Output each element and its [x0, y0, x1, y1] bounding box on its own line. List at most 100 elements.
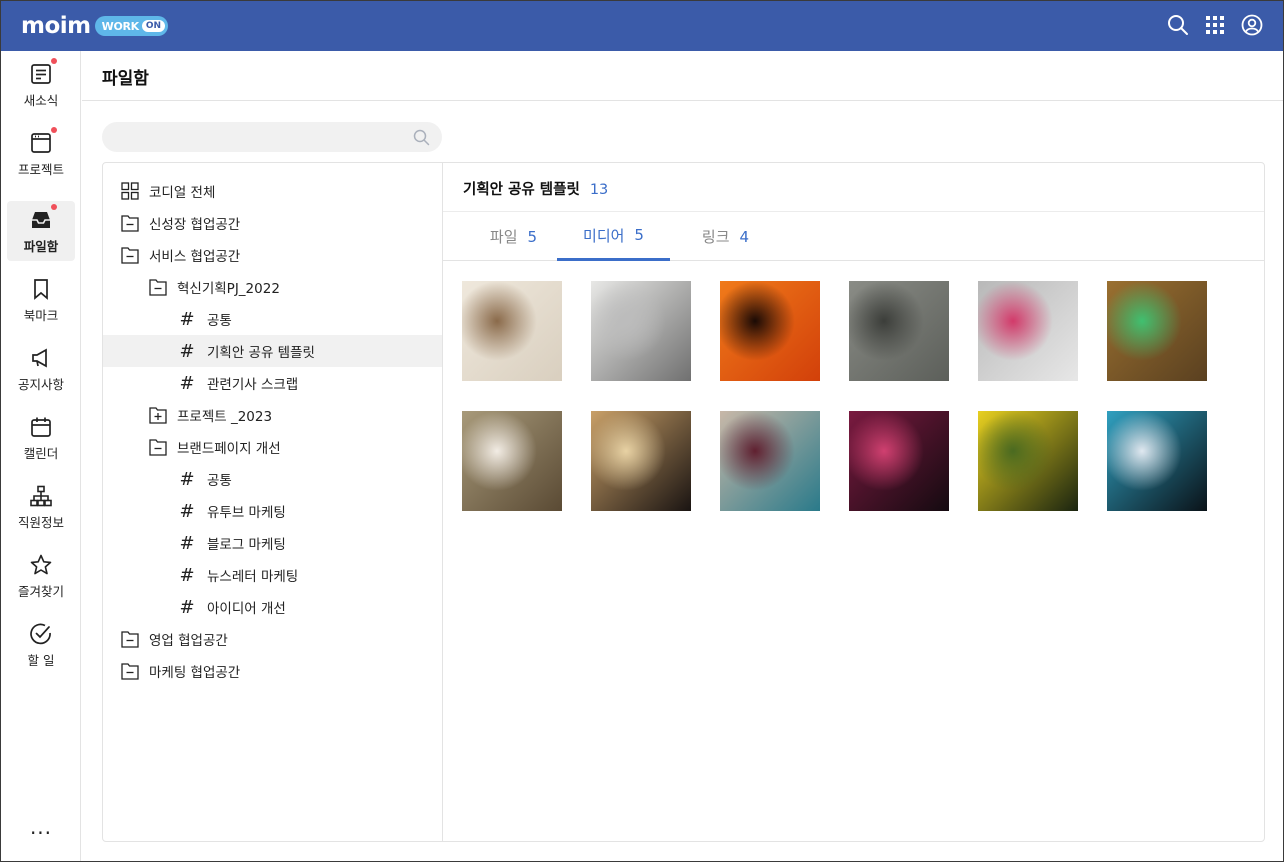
channel-item[interactable]: # 뉴스레터 마케팅 — [103, 559, 442, 591]
channel-item[interactable]: # 공통 — [103, 463, 442, 495]
notification-dot — [51, 126, 57, 133]
nav-label: 할 일 — [27, 652, 55, 668]
nav-item-favorites[interactable]: 즐겨찾기 — [7, 546, 75, 606]
top-bar: moim WORK ON — [1, 1, 1283, 51]
cobblestone-photo[interactable] — [849, 281, 949, 381]
tree-item-label: 관련기사 스크랩 — [207, 377, 299, 393]
channel-item[interactable]: # 아이디어 개선 — [103, 591, 442, 623]
channel-item[interactable]: # 블로그 마케팅 — [103, 527, 442, 559]
folder-item[interactable]: 혁신기획PJ_2022 — [103, 271, 442, 303]
tree-item-label: 공통 — [207, 473, 232, 489]
tab-files[interactable]: 파일 5 — [457, 212, 570, 261]
nav-item-calendar[interactable]: 캘린더 — [7, 408, 75, 468]
header-divider — [82, 100, 1283, 101]
nav-item-todo[interactable]: 할 일 — [7, 615, 75, 675]
tab-media[interactable]: 미디어 5 — [557, 212, 670, 261]
search-input[interactable] — [116, 122, 406, 152]
nav-label: 즐겨찾기 — [17, 583, 64, 599]
logo-work-text: WORK — [101, 19, 140, 33]
nav-item-bookmark[interactable]: 북마크 — [7, 270, 75, 330]
app-logo[interactable]: moim WORK ON — [21, 13, 169, 39]
tree-item-label: 블로그 마케팅 — [207, 537, 286, 553]
nav-label: 프로젝트 — [17, 161, 64, 177]
nav-item-notice[interactable]: 공지사항 — [7, 339, 75, 399]
project-icon — [29, 126, 57, 155]
page-title: 파일함 — [102, 69, 149, 89]
nav-label: 파일함 — [23, 238, 59, 254]
tab-count: 4 — [739, 227, 750, 246]
content-count: 13 — [589, 182, 609, 198]
nav-item-news[interactable]: 새소식 — [7, 55, 75, 115]
folder-expand-icon — [149, 406, 167, 424]
left-nav: 새소식 프로젝트 파일함 북마크 공지사항 캘린더 직원정보 즐겨찾기 할 일 … — [1, 51, 81, 861]
logo-on-text: ON — [141, 20, 166, 32]
folder-item[interactable]: 코디얼 전체 — [103, 175, 442, 207]
cave-photo[interactable] — [1107, 281, 1207, 381]
folder-item[interactable]: 프로젝트 _2023 — [103, 399, 442, 431]
folder-item[interactable]: 마케팅 협업공간 — [103, 655, 442, 687]
folder-item[interactable]: 영업 협업공간 — [103, 623, 442, 655]
tree-item-label: 브랜드페이지 개선 — [177, 441, 281, 457]
hash-icon: # — [179, 596, 195, 618]
sunset-pylon-photo[interactable] — [720, 281, 820, 381]
account-icon[interactable] — [1241, 14, 1263, 36]
channel-item[interactable]: # 공통 — [103, 303, 442, 335]
more-menu-button[interactable]: ... — [1, 815, 81, 839]
megaphone-icon — [29, 346, 53, 370]
night-street-photo[interactable] — [591, 411, 691, 511]
search-icon[interactable] — [1167, 14, 1189, 36]
tree-item-label: 뉴스레터 마케팅 — [207, 569, 299, 585]
folder-item[interactable]: 신성장 협업공간 — [103, 207, 442, 239]
nav-label: 캘린더 — [23, 445, 59, 461]
folder-collapse-icon — [149, 438, 167, 456]
coffee-photo[interactable] — [462, 281, 562, 381]
calendar-icon — [29, 415, 53, 439]
tree-item-label: 마케팅 협업공간 — [149, 665, 241, 681]
channel-item[interactable]: # 기획안 공유 템플릿 — [103, 335, 442, 367]
tree-item-label: 기획안 공유 템플릿 — [207, 345, 315, 361]
tree-item-label: 서비스 협업공간 — [149, 249, 241, 265]
hash-icon: # — [179, 532, 195, 554]
search-icon[interactable] — [413, 129, 430, 146]
nav-item-files[interactable]: 파일함 — [7, 201, 75, 261]
nav-item-project[interactable]: 프로젝트 — [7, 124, 75, 184]
apps-grid-icon[interactable] — [1204, 14, 1226, 36]
tab-count: 5 — [634, 226, 644, 244]
tree-item-label: 프로젝트 _2023 — [177, 409, 273, 425]
nav-label: 새소식 — [23, 92, 59, 108]
shop-night-photo[interactable] — [1107, 411, 1207, 511]
hash-icon: # — [179, 308, 195, 330]
folder-item[interactable]: 서비스 협업공간 — [103, 239, 442, 271]
notification-dot — [51, 57, 57, 64]
folder-collapse-icon — [121, 246, 139, 264]
nav-label: 북마크 — [23, 307, 59, 323]
check-circle-icon — [29, 622, 53, 646]
hash-icon: # — [179, 340, 195, 362]
news-icon — [29, 57, 57, 86]
org-chart-icon — [29, 484, 53, 508]
folder-item[interactable]: 브랜드페이지 개선 — [103, 431, 442, 463]
tree-item-label: 혁신기획PJ_2022 — [177, 281, 280, 297]
tab-links[interactable]: 링크 4 — [669, 212, 782, 261]
logo-text: moim — [21, 13, 91, 39]
laptop-bed-photo[interactable] — [591, 281, 691, 381]
hash-icon: # — [179, 468, 195, 490]
blossom-photo[interactable] — [462, 411, 562, 511]
tulips-photo[interactable] — [978, 411, 1078, 511]
tree-item-label: 영업 협업공간 — [149, 633, 228, 649]
tree-item-label: 아이디어 개선 — [207, 601, 286, 617]
channel-item[interactable]: # 관련기사 스크랩 — [103, 367, 442, 399]
tree-item-label: 신성장 협업공간 — [149, 217, 241, 233]
tree-item-label: 공통 — [207, 313, 232, 329]
dark-leaf-photo[interactable] — [849, 411, 949, 511]
channel-item[interactable]: # 유투브 마케팅 — [103, 495, 442, 527]
folder-collapse-icon — [121, 214, 139, 232]
desk-monitor-photo[interactable] — [978, 281, 1078, 381]
content-area: 기획안 공유 템플릿 13 파일 5 미디어 5 링크 4 — [443, 163, 1264, 841]
nav-item-org[interactable]: 직원정보 — [7, 477, 75, 537]
inbox-icon — [29, 203, 57, 232]
grid-icon — [121, 182, 139, 200]
abstract-paint-photo[interactable] — [720, 411, 820, 511]
star-icon — [29, 553, 53, 577]
tree-item-label: 코디얼 전체 — [149, 185, 216, 201]
